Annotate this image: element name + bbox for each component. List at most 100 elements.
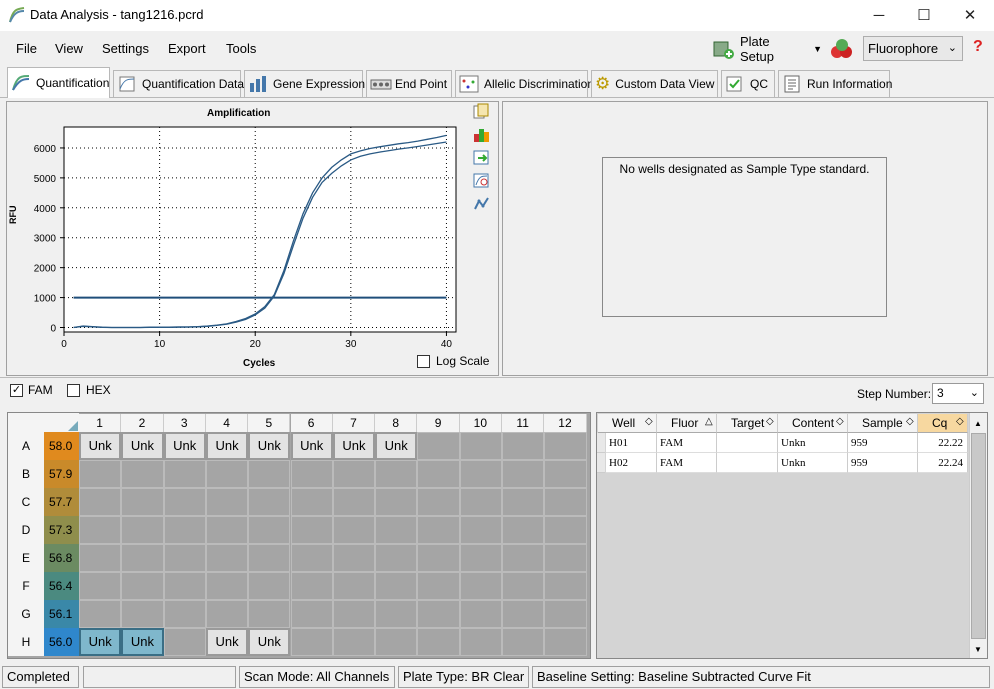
copy-icon[interactable] xyxy=(473,103,490,120)
tab-custom-data-view[interactable]: ⚙ Custom Data View xyxy=(591,70,718,97)
plate-setup-button[interactable]: Plate Setup ▼ xyxy=(712,34,822,64)
plate-well[interactable]: Unk xyxy=(248,628,291,656)
tab-gene-expression[interactable]: Gene Expression xyxy=(244,70,365,97)
plate-well[interactable] xyxy=(375,600,418,628)
menu-view[interactable]: View xyxy=(55,41,83,56)
plate-well[interactable] xyxy=(332,516,376,544)
plate-well[interactable] xyxy=(79,600,122,628)
plate-well[interactable] xyxy=(544,488,587,516)
plate-column-header[interactable]: 5 xyxy=(248,414,291,432)
plate-well[interactable] xyxy=(205,544,249,572)
plate-well[interactable] xyxy=(502,488,545,516)
plate-well[interactable] xyxy=(79,516,122,544)
plate-well[interactable]: Unk xyxy=(290,432,333,460)
tab-run-information[interactable]: Run Information xyxy=(778,70,892,97)
plate-well[interactable] xyxy=(79,544,122,572)
plate-row-header[interactable]: E xyxy=(8,544,44,572)
plate-well[interactable] xyxy=(375,628,418,656)
plate-well[interactable] xyxy=(121,544,164,572)
sort-icon[interactable]: ◇ xyxy=(836,416,844,427)
results-row-selector[interactable] xyxy=(597,433,605,453)
plate-well[interactable] xyxy=(163,572,206,600)
plate-well[interactable] xyxy=(248,460,291,488)
plate-well[interactable] xyxy=(544,628,587,656)
plate-well[interactable] xyxy=(417,628,460,656)
plate-column-header[interactable]: 1 xyxy=(79,414,122,432)
tab-quantification[interactable]: Quantification xyxy=(7,67,110,98)
plate-well[interactable] xyxy=(544,460,587,488)
tab-quantification-data[interactable]: Quantification Data xyxy=(113,70,244,97)
amplification-chart[interactable]: 0 1000 2000 3000 4000 5000 6000 0 10 20 30 40 xyxy=(7,102,473,375)
plate-well[interactable] xyxy=(163,460,206,488)
export-chart-icon[interactable] xyxy=(473,149,490,166)
plate-well[interactable] xyxy=(459,432,502,460)
plate-well[interactable] xyxy=(121,516,164,544)
step-number-select[interactable]: 3 ⌄ xyxy=(932,383,984,404)
results-row-selector[interactable] xyxy=(597,453,605,473)
results-cell[interactable]: H02 xyxy=(606,453,657,473)
plate-well[interactable] xyxy=(248,544,291,572)
plate-column-header[interactable]: 12 xyxy=(544,414,587,432)
plate-well[interactable] xyxy=(417,516,460,544)
plate-well[interactable] xyxy=(502,432,545,460)
results-cell[interactable] xyxy=(717,433,778,453)
close-button[interactable]: ✕ xyxy=(947,0,993,31)
plate-well[interactable] xyxy=(163,516,206,544)
zoom-chart-icon[interactable] xyxy=(473,172,490,189)
plate-well[interactable] xyxy=(332,488,376,516)
results-cell[interactable]: H01 xyxy=(606,433,657,453)
log-scale-checkbox[interactable] xyxy=(417,355,430,368)
results-cell[interactable]: 22.24 xyxy=(918,453,968,473)
scroll-down-icon[interactable]: ▼ xyxy=(974,645,982,654)
plate-well[interactable]: Unk xyxy=(121,432,164,460)
plate-well[interactable] xyxy=(417,544,460,572)
plate-well[interactable] xyxy=(248,572,291,600)
sort-ascending-icon[interactable]: △ xyxy=(705,416,713,427)
plate-row-header[interactable]: H xyxy=(8,628,44,656)
plate-well[interactable] xyxy=(417,460,460,488)
plate-well[interactable] xyxy=(459,516,502,544)
plate-well[interactable] xyxy=(205,516,249,544)
plate-well[interactable] xyxy=(121,572,164,600)
plate-well[interactable] xyxy=(290,628,333,656)
plate-row-header[interactable]: C xyxy=(8,488,44,516)
sort-icon[interactable]: ◇ xyxy=(906,416,914,427)
minimize-button[interactable]: ─ xyxy=(856,0,902,31)
plate-well[interactable] xyxy=(205,488,249,516)
plate-well[interactable] xyxy=(79,488,122,516)
plate-well[interactable] xyxy=(375,488,418,516)
plate-well[interactable]: Unk xyxy=(163,432,206,460)
plate-column-header[interactable]: 9 xyxy=(417,414,460,432)
plate-well[interactable] xyxy=(163,628,206,656)
plate-well[interactable] xyxy=(163,600,206,628)
fluorophore-select[interactable]: Fluorophore ⌄ xyxy=(863,36,963,61)
menu-settings[interactable]: Settings xyxy=(102,41,149,56)
plate-well[interactable] xyxy=(121,488,164,516)
plate-well[interactable] xyxy=(459,544,502,572)
plate-column-header[interactable]: 7 xyxy=(332,414,376,432)
plate-column-header[interactable]: 10 xyxy=(459,414,502,432)
sort-icon[interactable]: ◇ xyxy=(956,416,964,427)
plate-well[interactable]: Unk xyxy=(248,432,291,460)
plate-well[interactable] xyxy=(459,460,502,488)
plate-well[interactable] xyxy=(290,572,333,600)
scroll-thumb[interactable] xyxy=(971,433,986,639)
well-group-icon[interactable] xyxy=(829,37,855,61)
plate-well[interactable]: Unk xyxy=(205,432,249,460)
plate-well[interactable] xyxy=(544,600,587,628)
plate-column-header[interactable]: 11 xyxy=(502,414,545,432)
plate-well[interactable] xyxy=(121,600,164,628)
tab-qc[interactable]: QC xyxy=(721,70,775,97)
plate-well[interactable] xyxy=(375,544,418,572)
plate-well[interactable]: Unk xyxy=(332,432,376,460)
plate-column-header[interactable]: 3 xyxy=(163,414,206,432)
plate-well[interactable] xyxy=(502,572,545,600)
plate-well[interactable] xyxy=(332,628,376,656)
plate-well[interactable] xyxy=(502,628,545,656)
plate-row-header[interactable]: D xyxy=(8,516,44,544)
plate-well[interactable] xyxy=(544,432,587,460)
plate-well[interactable] xyxy=(248,516,291,544)
plate-column-header[interactable]: 6 xyxy=(290,414,333,432)
plate-column-header[interactable]: 8 xyxy=(375,414,418,432)
results-cell[interactable]: 22.22 xyxy=(918,433,968,453)
